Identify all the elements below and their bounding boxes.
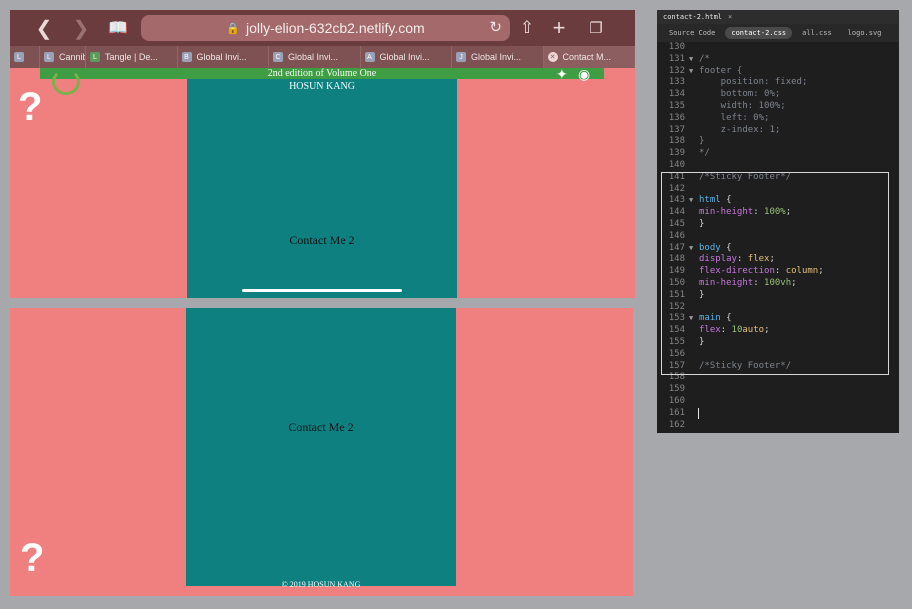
favicon-icon: A — [364, 52, 375, 62]
tab-item[interactable]: L Tangle | De... — [86, 46, 178, 68]
file-tab[interactable]: logo.svg — [842, 27, 888, 39]
new-tab-icon[interactable]: + — [550, 15, 568, 40]
browser-screenshot-top: ❮ ❯ 📖 🔒 jolly-elion-632cb2.netlify.com ↻… — [10, 10, 635, 298]
tab-item[interactable]: A Global Invi... — [361, 46, 452, 68]
code-line: 137 z-index: 1; — [668, 124, 781, 135]
code-line: 139 */ — [668, 148, 710, 159]
tab-label: Global Invi... — [471, 52, 522, 62]
contact-heading: Contact Me 2 — [288, 420, 354, 434]
tab-item[interactable]: L — [10, 46, 40, 68]
address-bar[interactable]: 🔒 jolly-elion-632cb2.netlify.com ↻ — [141, 15, 510, 41]
code-line: 130 — [668, 42, 685, 52]
url-text: jolly-elion-632cb2.netlify.com — [245, 20, 425, 36]
home-indicator — [242, 289, 402, 292]
favicon-icon: L — [14, 52, 24, 62]
favicon-icon: L — [44, 52, 54, 62]
contact-heading: Contact Me 2 — [289, 233, 355, 247]
tab-item[interactable]: C Global Invi... — [269, 46, 361, 68]
code-line: 133 position: fixed; — [668, 77, 808, 88]
logo-icon[interactable] — [52, 69, 80, 95]
code-line: 162 — [668, 419, 685, 430]
file-tabs: Source Code contact-2.css all.css logo.s… — [657, 24, 899, 42]
tab-label: Global Invi... — [196, 52, 247, 62]
reload-icon[interactable]: ↻ — [489, 18, 502, 36]
lock-icon: 🔒 — [226, 22, 240, 35]
highlight-box — [661, 172, 889, 375]
window-tab-title: contact-2.html — [663, 13, 723, 21]
content-column: Contact Me 2 — [186, 308, 456, 586]
tab-strip: L L Cannib L Tangle | De... B Global Inv… — [10, 46, 635, 68]
back-icon[interactable]: ❮ — [36, 16, 53, 40]
code-line: 159 — [668, 384, 685, 395]
close-icon[interactable]: × — [728, 13, 732, 21]
code-line: 160 — [668, 395, 685, 406]
file-tab[interactable]: all.css — [796, 27, 838, 39]
code-line: 131 ▼/* — [668, 53, 710, 64]
editor-window-tab[interactable]: contact-2.html × — [657, 10, 899, 24]
chat-icon[interactable]: ◉ — [578, 66, 590, 83]
favicon-icon: L — [90, 52, 100, 62]
bookmarks-icon[interactable]: 📖 — [107, 16, 129, 40]
text-cursor — [698, 408, 699, 419]
forward-icon[interactable]: ❯ — [73, 16, 90, 40]
close-tab-icon[interactable]: ✕ — [547, 52, 558, 62]
edition-banner: 2nd edition of Volume One — [40, 68, 604, 79]
code-line: 134 bottom: 0%; — [668, 89, 781, 100]
browser-screenshot-bottom: Contact Me 2 © 2019 HOSUN KANG ? — [10, 308, 633, 596]
twitter-icon[interactable]: ✦ — [556, 66, 568, 83]
help-mark[interactable]: ? — [18, 87, 42, 127]
tab-label: Global Invi... — [288, 52, 339, 62]
favicon-icon: B — [181, 52, 192, 62]
tab-item[interactable]: J Global Invi... — [452, 46, 544, 68]
code-line: 138} — [668, 136, 705, 147]
tab-item-active[interactable]: ✕ Contact M... — [543, 46, 635, 68]
share-icon[interactable]: ⇧ — [518, 16, 536, 40]
code-line: 140 — [668, 159, 685, 170]
tab-item[interactable]: B Global Invi... — [178, 46, 269, 68]
favicon-icon: C — [273, 52, 283, 62]
code-line: 136 left: 0%; — [668, 112, 770, 123]
tab-label: Global Invi... — [379, 52, 430, 62]
browser-toolbar: ❮ ❯ 📖 🔒 jolly-elion-632cb2.netlify.com ↻… — [10, 10, 635, 46]
file-tab-active[interactable]: contact-2.css — [725, 27, 793, 39]
content-column: HOSUN KANG Contact Me 2 — [187, 79, 457, 298]
code-line: 161 — [668, 407, 685, 418]
tabs-overview-icon[interactable]: ❐ — [586, 16, 606, 40]
code-line: 132 ▼ footer { — [668, 65, 743, 76]
footer-copyright: © 2019 HOSUN KANG — [281, 580, 361, 589]
author-name: HOSUN KANG — [289, 81, 355, 92]
tab-item[interactable]: L Cannib — [40, 46, 86, 68]
file-tab[interactable]: Source Code — [663, 27, 721, 39]
tab-label: Tangle | De... — [105, 52, 158, 62]
code-editor: contact-2.html × Source Code contact-2.c… — [657, 10, 899, 433]
tab-label: Cannib — [59, 52, 86, 62]
help-mark[interactable]: ? — [20, 538, 44, 578]
favicon-icon: J — [456, 52, 466, 62]
tab-label: Contact M... — [562, 52, 612, 62]
code-line: 135 width: 100%; — [668, 100, 786, 111]
